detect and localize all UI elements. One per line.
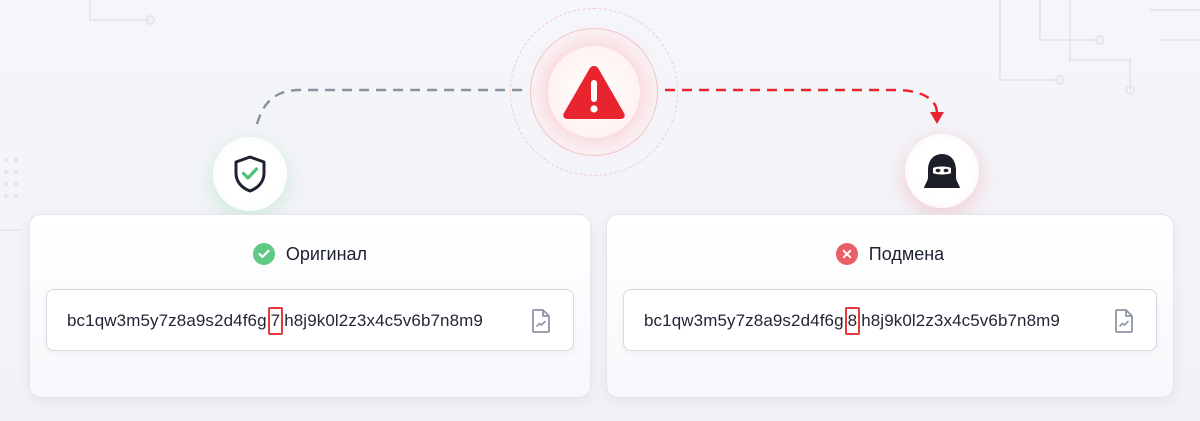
original-address[interactable]: bc1qw3m5y7z8a9s2d4f6g 7 h8j9k0l2z3x4c5v6… xyxy=(67,307,483,335)
original-address-field[interactable]: bc1qw3m5y7z8a9s2d4f6g 7 h8j9k0l2z3x4c5v6… xyxy=(46,289,574,351)
shield-badge xyxy=(213,137,287,211)
substituted-address-prefix: bc1qw3m5y7z8a9s2d4f6g xyxy=(644,311,844,330)
substituted-card-header: Подмена xyxy=(607,241,1173,267)
gray-dashed-connector xyxy=(255,88,525,125)
hacker-badge xyxy=(905,134,979,208)
check-circle-icon xyxy=(252,243,275,265)
original-card: Оригинал bc1qw3m5y7z8a9s2d4f6g 7 h8j9k0l… xyxy=(29,214,591,398)
substituted-address-field[interactable]: bc1qw3m5y7z8a9s2d4f6g 8 h8j9k0l2z3x4c5v6… xyxy=(623,289,1157,351)
warning-triangle-icon xyxy=(563,66,625,119)
red-dashed-connector xyxy=(665,88,939,113)
shield-check-icon xyxy=(234,155,266,193)
original-address-prefix: bc1qw3m5y7z8a9s2d4f6g xyxy=(67,311,267,330)
copy-document-icon[interactable] xyxy=(1112,308,1136,334)
substituted-card: Подмена bc1qw3m5y7z8a9s2d4f6g 8 h8j9k0l2… xyxy=(606,214,1174,398)
original-address-changed-char: 7 xyxy=(267,307,284,335)
hacker-icon xyxy=(924,154,960,188)
substituted-card-title: Подмена xyxy=(868,243,945,264)
substituted-address[interactable]: bc1qw3m5y7z8a9s2d4f6g 8 h8j9k0l2z3x4c5v6… xyxy=(644,307,1060,335)
original-address-suffix: h8j9k0l2z3x4c5v6b7n8m9 xyxy=(284,311,483,330)
original-card-title: Оригинал xyxy=(285,243,368,264)
alert-badge xyxy=(548,46,640,138)
x-circle-icon xyxy=(835,243,858,265)
original-card-header: Оригинал xyxy=(30,241,590,267)
copy-document-icon[interactable] xyxy=(529,308,553,334)
substituted-address-changed-char: 8 xyxy=(844,307,861,335)
substituted-address-suffix: h8j9k0l2z3x4c5v6b7n8m9 xyxy=(861,311,1060,330)
red-arrowhead xyxy=(930,112,944,124)
